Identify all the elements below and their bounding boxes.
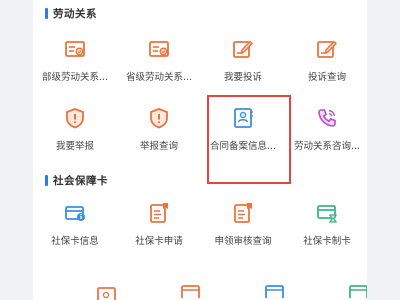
document-flag-icon [150,203,168,223]
section-title-social-card: 社会保障卡 [53,174,108,187]
service-item-ministry-labor-relation[interactable]: 部级劳动关系... [33,38,117,94]
phone-icon [318,109,336,127]
card-info-icon [65,206,85,221]
shield-alert-icon [66,108,84,129]
service-item-label: 我要举报 [55,141,94,152]
certificate-icon [149,41,169,57]
service-item-label: 社保卡信息 [51,236,99,247]
service-item-label: 我要投诉 [223,72,262,83]
highlight-frame [207,95,291,184]
section-accent-bar [45,174,48,186]
service-item-province-labor-relation[interactable]: 省级劳动关系... [117,38,201,94]
section-header-labor: 劳动关系 [45,5,97,21]
card-icon [181,285,200,298]
service-item-label: 投诉查询 [307,72,346,83]
card-icon [97,287,116,300]
section-accent-bar [45,7,48,19]
edit-icon [317,40,337,58]
service-item-card-apply[interactable]: 社保卡申请 [117,202,201,258]
service-item-label: 劳动关系咨询... [293,141,361,152]
service-item-file-report[interactable]: 我要举报 [33,107,117,163]
service-item-application-review-query[interactable]: 申领审核查询 [201,202,285,258]
service-item-label: 申领审核查询 [214,236,272,247]
card-hourglass-icon [317,205,338,223]
service-item-labor-relation-consult[interactable]: 劳动关系咨询... [285,107,367,163]
service-item-report-query[interactable]: 举报查询 [117,107,201,163]
service-item-label: 社保卡制卡 [303,236,351,247]
service-item-label: 举报查询 [139,141,178,152]
service-item-label: 省级劳动关系... [125,72,193,83]
service-panel: 劳动关系 部级劳动关系... 省级劳动关系... 我要投诉 投诉查询 我要举报 … [33,0,367,300]
card-icon [265,285,284,298]
card-icon [349,285,367,298]
section-header-social-card: 社会保障卡 [45,172,108,188]
section-title-labor: 劳动关系 [53,7,97,20]
service-item-label: 部级劳动关系... [41,72,109,83]
edit-icon [233,40,253,58]
document-flag-icon [234,203,252,223]
service-item-complaint-query[interactable]: 投诉查询 [285,38,367,94]
service-item-card-info[interactable]: 社保卡信息 [33,202,117,258]
shield-alert-icon [150,108,168,129]
service-item-file-complaint[interactable]: 我要投诉 [201,38,285,94]
service-item-label: 社保卡申请 [135,236,183,247]
certificate-icon [65,41,85,57]
service-item-card-production[interactable]: 社保卡制卡 [285,202,367,258]
